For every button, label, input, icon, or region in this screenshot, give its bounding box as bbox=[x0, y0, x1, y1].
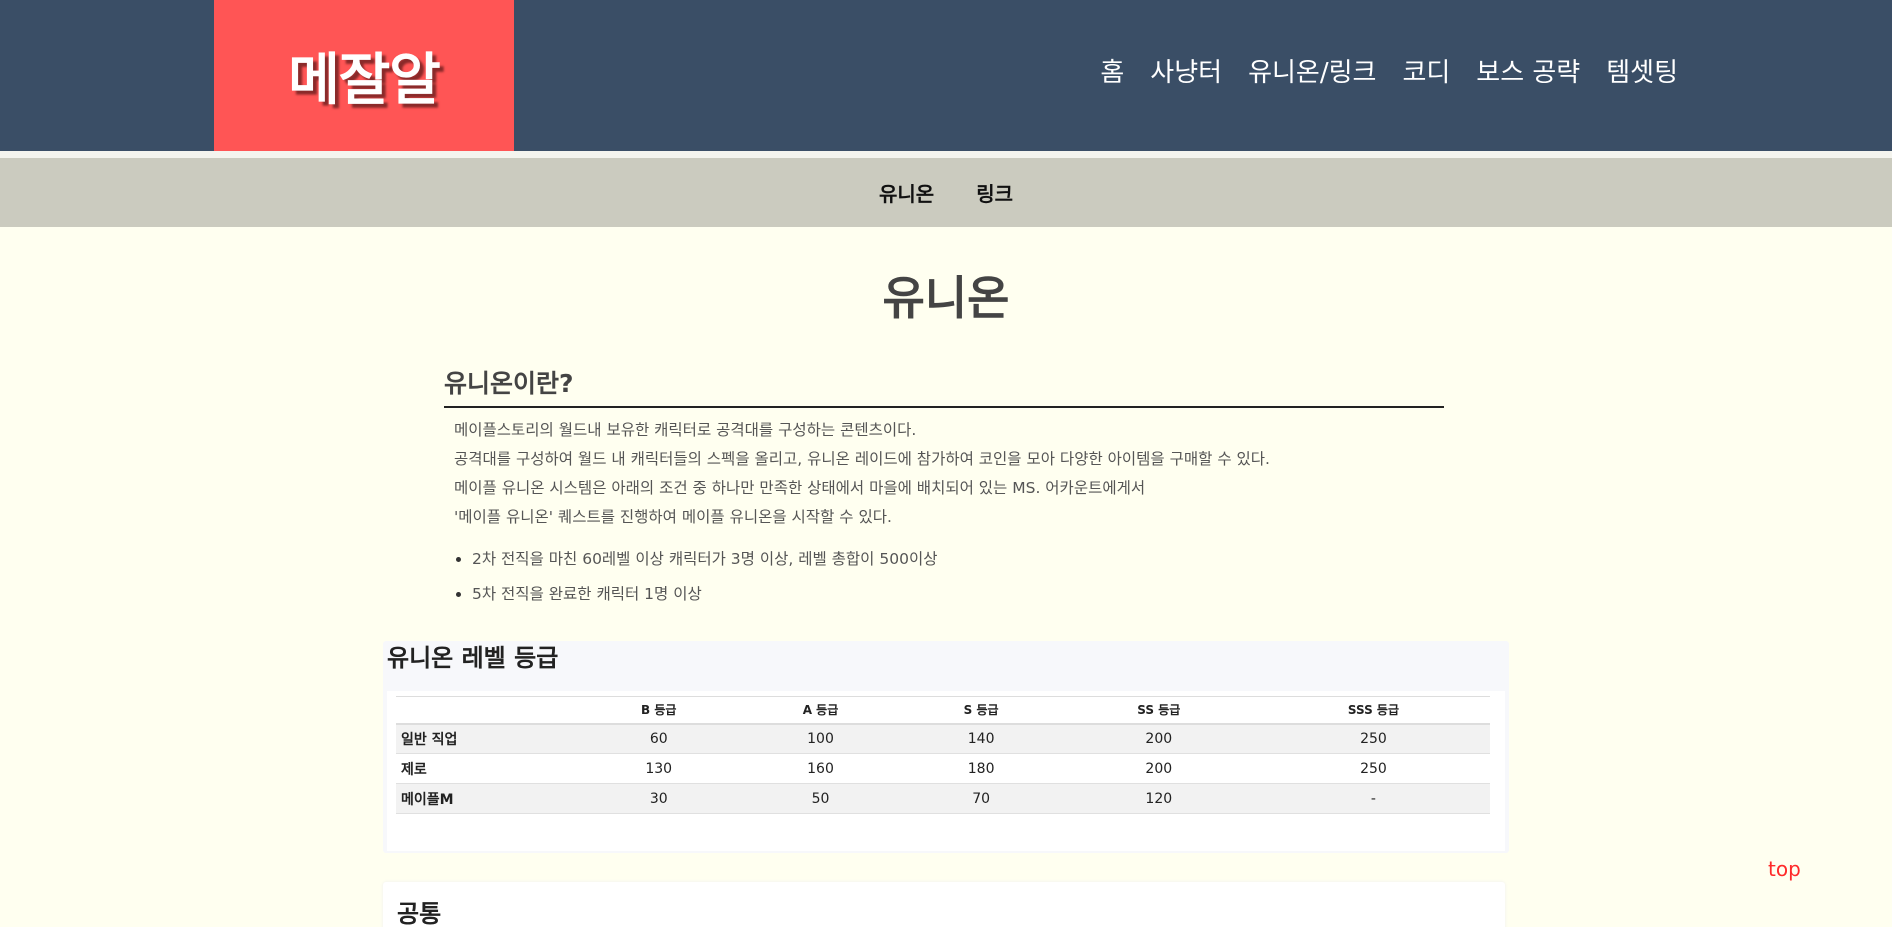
table-header: B 등급 bbox=[578, 696, 740, 725]
table-header: A 등급 bbox=[739, 696, 902, 725]
table-header: S 등급 bbox=[901, 696, 1061, 725]
table-cell: 120 bbox=[1060, 783, 1257, 814]
table-cell: 30 bbox=[578, 783, 740, 814]
table-cell: 제로 bbox=[396, 753, 578, 784]
intro-paragraph: '메이플 유니온' 퀘스트를 진행하여 메이플 유니온을 시작할 수 있다. bbox=[454, 508, 892, 526]
nav-home[interactable]: 홈 bbox=[1100, 52, 1124, 89]
table-row: 제로 130 160 180 200 250 bbox=[396, 753, 1490, 784]
intro-paragraph: 공격대를 구성하여 월드 내 캐릭터들의 스펙을 올리고, 유니온 레이드에 참… bbox=[454, 450, 1270, 468]
table-cell: 250 bbox=[1256, 753, 1490, 784]
common-card-title: 공통 bbox=[397, 900, 442, 927]
table-cell: 60 bbox=[578, 723, 740, 754]
common-card: 공통 bbox=[383, 882, 1505, 927]
table-cell: 일반 직업 bbox=[396, 723, 578, 754]
table-cell: 160 bbox=[739, 753, 902, 784]
table-header: SS 등급 bbox=[1060, 696, 1257, 725]
intro-text: 메이플스토리의 월드내 보유한 캐릭터로 공격대를 구성하는 콘텐츠이다. 공격… bbox=[454, 416, 1434, 532]
header-divider bbox=[0, 151, 1892, 158]
page-title: 유니온 bbox=[882, 271, 1010, 325]
condition-item: 2차 전직을 마친 60레벨 이상 캐릭터가 3명 이상, 레벨 총합이 500… bbox=[472, 542, 937, 577]
table-row: 메이플M 30 50 70 120 - bbox=[396, 783, 1490, 814]
union-grade-table: B 등급 A 등급 S 등급 SS 등급 SSS 등급 일반 직업 60 100… bbox=[396, 696, 1490, 814]
nav-union-link[interactable]: 유니온/링크 bbox=[1248, 52, 1376, 89]
site-logo[interactable]: 메잘알 bbox=[214, 0, 514, 151]
table-cell: 메이플M bbox=[396, 783, 578, 814]
main-nav: 홈 사냥터 유니온/링크 코디 보스 공략 템셋팅 bbox=[1100, 52, 1678, 89]
sub-nav: 유니온 링크 bbox=[0, 158, 1892, 227]
table-cell: 130 bbox=[578, 753, 740, 784]
table-cell: 50 bbox=[739, 783, 902, 814]
logo-text[interactable]: 메잘알 bbox=[288, 35, 441, 116]
table-cell: 180 bbox=[901, 753, 1061, 784]
table-header-row: B 등급 A 등급 S 등급 SS 등급 SSS 등급 bbox=[396, 696, 1490, 725]
table-cell: 140 bbox=[901, 723, 1061, 754]
table-cell: - bbox=[1256, 783, 1490, 814]
subnav-union[interactable]: 유니온 bbox=[879, 178, 934, 207]
scroll-top-link[interactable]: top bbox=[1768, 857, 1801, 881]
condition-list: 2차 전직을 마친 60레벨 이상 캐릭터가 3명 이상, 레벨 총합이 500… bbox=[472, 542, 937, 612]
site-header: 메잘알 홈 사냥터 유니온/링크 코디 보스 공략 템셋팅 bbox=[0, 0, 1892, 151]
section-title-what-is-union: 유니온이란? bbox=[444, 364, 1444, 408]
table-header bbox=[396, 696, 578, 725]
nav-hunting-ground[interactable]: 사냥터 bbox=[1150, 52, 1222, 89]
table-cell: 100 bbox=[739, 723, 902, 754]
condition-item: 5차 전직을 완료한 캐릭터 1명 이상 bbox=[472, 577, 937, 612]
table-cell: 250 bbox=[1256, 723, 1490, 754]
grade-card-title: 유니온 레벨 등급 bbox=[387, 644, 559, 672]
table-cell: 200 bbox=[1060, 753, 1257, 784]
table-row: 일반 직업 60 100 140 200 250 bbox=[396, 723, 1490, 754]
table-header: SSS 등급 bbox=[1256, 696, 1490, 725]
grade-card: 유니온 레벨 등급 B 등급 A 등급 S 등급 SS 등급 SSS 등급 일반… bbox=[383, 641, 1509, 853]
nav-coordi[interactable]: 코디 bbox=[1402, 52, 1450, 89]
nav-item-setting[interactable]: 템셋팅 bbox=[1606, 52, 1678, 89]
table-cell: 200 bbox=[1060, 723, 1257, 754]
subnav-link[interactable]: 링크 bbox=[976, 178, 1013, 207]
table-cell: 70 bbox=[901, 783, 1061, 814]
intro-paragraph: 메이플스토리의 월드내 보유한 캐릭터로 공격대를 구성하는 콘텐츠이다. bbox=[454, 421, 917, 439]
nav-boss-guide[interactable]: 보스 공략 bbox=[1476, 52, 1580, 89]
intro-paragraph: 메이플 유니온 시스템은 아래의 조건 중 하나만 만족한 상태에서 마을에 배… bbox=[454, 479, 1146, 497]
